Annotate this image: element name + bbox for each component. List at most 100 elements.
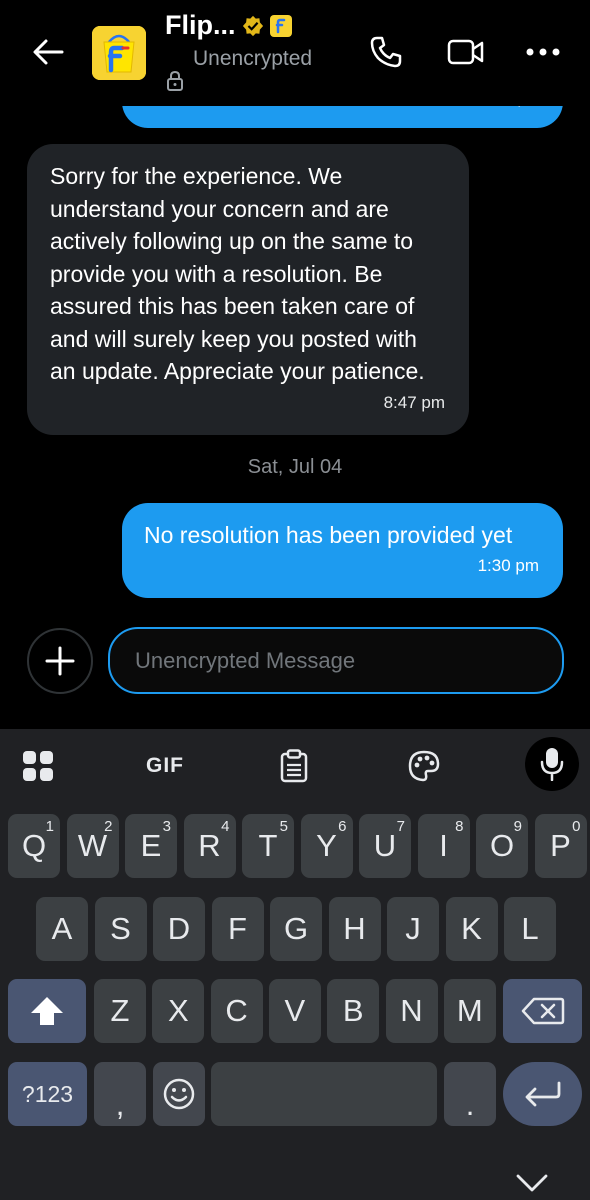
brand-affiliate-icon [269,14,292,37]
key-label: C [225,993,248,1028]
key-hint: 5 [279,818,288,835]
back-arrow-icon [33,39,64,65]
key[interactable]: J [387,897,439,961]
key[interactable]: P0 [534,814,587,878]
key-label: V [284,993,306,1028]
comma-key[interactable]: , [94,1062,146,1126]
message-list[interactable]: 8:26 pm Sorry for the experience. We und… [0,0,590,725]
key[interactable]: V [268,979,321,1043]
key-label: R [198,828,221,863]
keyboard-menu-button[interactable] [13,744,63,788]
key-label: D [167,911,191,946]
key-hint: 9 [513,818,522,835]
key-label: T [258,828,278,863]
key-hint: 0 [572,818,581,835]
key[interactable]: I8 [417,814,470,878]
message-bubble-incoming[interactable]: Sorry for the experience. We understand … [27,144,469,435]
key-label: F [228,911,247,946]
key-label: M [456,993,483,1028]
theme-button[interactable] [399,744,449,788]
date-separator: Sat, Jul 04 [247,456,343,478]
clipboard-icon [280,749,308,783]
key[interactable]: Y6 [300,814,353,878]
key-label: N [400,993,423,1028]
key-label: L [521,911,539,946]
key[interactable]: X [152,979,205,1043]
key-label: X [167,993,189,1028]
key-hint: 6 [338,818,347,835]
attach-button[interactable] [27,628,93,694]
voice-input-button[interactable] [525,737,579,791]
call-button[interactable] [366,32,406,72]
emoji-icon [163,1078,195,1110]
gif-button[interactable]: GIF [140,744,190,788]
key[interactable]: T5 [242,814,294,878]
keyboard: GIF ?123 , . Q 1 W 2 E 3 R 4 T 5 Y 6 U 7… [0,729,590,1200]
key[interactable]: K [445,897,498,961]
more-icon [526,48,560,56]
symbols-key[interactable]: ?123 [8,1062,87,1126]
key[interactable]: O9 [476,814,528,878]
clipboard-button[interactable] [269,744,319,788]
shift-key[interactable] [8,979,86,1043]
palette-icon [408,750,440,782]
key-label: Z [110,993,130,1028]
key[interactable]: S [94,897,147,961]
video-call-button[interactable] [446,32,486,72]
key-label: W [77,828,108,863]
key-hint: 7 [396,818,405,835]
phone-icon [370,36,402,68]
key[interactable]: U7 [359,814,411,878]
key-label: G [283,911,309,946]
enter-icon [525,1081,560,1107]
enter-key[interactable] [503,1062,582,1126]
grid-icon [23,751,53,781]
space-key[interactable] [211,1062,437,1126]
emoji-key[interactable] [153,1062,205,1126]
key[interactable]: C [210,979,263,1043]
contact-name: Flip... [165,10,236,40]
key-hint: 8 [455,818,464,835]
back-button[interactable] [26,30,70,74]
key-hint: 4 [221,818,230,835]
backspace-key[interactable] [503,979,582,1043]
key-hint: 2 [104,818,113,835]
key-hint: 1 [45,818,54,835]
key-label: H [343,911,366,946]
message-text: Sorry for the experience. We understand … [50,163,425,384]
key[interactable]: R4 [183,814,236,878]
chevron-down-icon[interactable] [514,1170,550,1194]
message-time: 1:30 pm [477,555,539,575]
avatar[interactable] [92,26,146,80]
microphone-icon [540,748,564,781]
message-input[interactable] [108,627,564,694]
message-bubble-outgoing[interactable]: No resolution has been provided yet 1:30… [122,503,563,598]
key-hint: 3 [162,818,171,835]
key-label: Y [316,828,337,863]
key[interactable]: H [328,897,381,961]
key[interactable]: N [385,979,438,1043]
key[interactable]: M [443,979,496,1043]
key[interactable]: F [211,897,264,961]
key-label: P [550,828,571,863]
message-time: 8:47 pm [383,392,445,412]
period-key[interactable]: . [444,1062,496,1126]
key[interactable]: A [36,897,88,961]
key[interactable]: Z [94,979,146,1043]
lock-icon [167,70,183,91]
more-options-button[interactable] [523,32,563,72]
key[interactable]: E3 [125,814,177,878]
key[interactable]: L [504,897,556,961]
video-icon [447,39,484,65]
key[interactable]: Q1 [8,814,60,878]
key-label: U [373,828,397,863]
contact-info[interactable]: Flip... Unencrypted [165,10,355,93]
key[interactable]: D [153,897,205,961]
key[interactable]: G [270,897,322,961]
flipkart-logo [92,26,146,80]
plus-icon [45,646,75,676]
message-text: No resolution has been provided yet [144,522,513,548]
key[interactable]: W2 [66,814,119,878]
key-label: S [110,911,131,946]
key[interactable]: B [327,979,380,1043]
